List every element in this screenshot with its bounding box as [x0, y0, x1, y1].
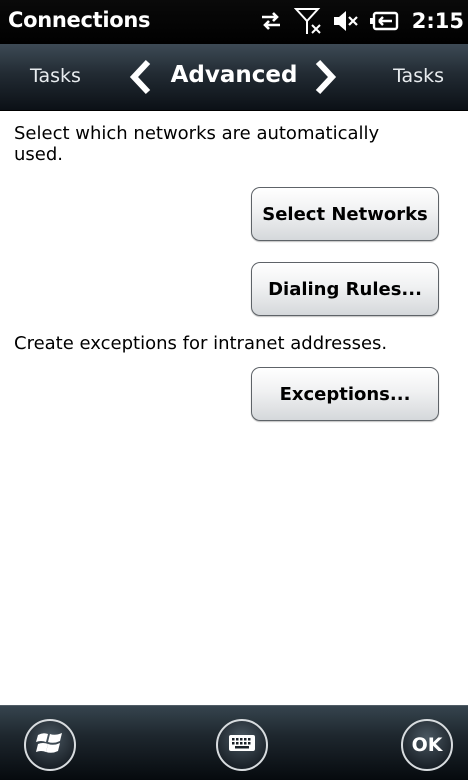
ok-button[interactable]: OK — [401, 719, 453, 771]
app-title: Connections — [8, 8, 151, 32]
advanced-settings-panel: Select which networks are automatically … — [0, 111, 468, 705]
ok-label: OK — [411, 734, 443, 756]
windows-start-icon — [35, 729, 65, 761]
dialing-rules-button[interactable]: Dialing Rules... — [251, 262, 439, 316]
tab-bar: Tasks Advanced Tasks — [0, 44, 468, 111]
data-sync-icon[interactable] — [258, 8, 284, 34]
keyboard-icon — [228, 734, 256, 756]
battery-charging-icon[interactable] — [369, 10, 400, 32]
select-networks-button[interactable]: Select Networks — [251, 187, 439, 241]
exceptions-button[interactable]: Exceptions... — [251, 367, 439, 421]
networks-description: Select which networks are automatically … — [14, 123, 380, 165]
status-bar: Connections 2:15 — [0, 0, 468, 44]
tab-next[interactable]: Tasks — [393, 65, 444, 87]
clock[interactable]: 2:15 — [412, 9, 464, 33]
no-signal-icon[interactable] — [293, 6, 322, 36]
chevron-right-icon[interactable] — [312, 58, 338, 100]
status-icons: 2:15 — [258, 6, 464, 36]
keyboard-button[interactable] — [216, 719, 268, 771]
softkey-bar: OK — [0, 705, 468, 780]
speaker-muted-icon[interactable] — [332, 9, 360, 33]
windows-start-button[interactable] — [24, 719, 76, 771]
exceptions-description: Create exceptions for intranet addresses… — [14, 333, 388, 354]
